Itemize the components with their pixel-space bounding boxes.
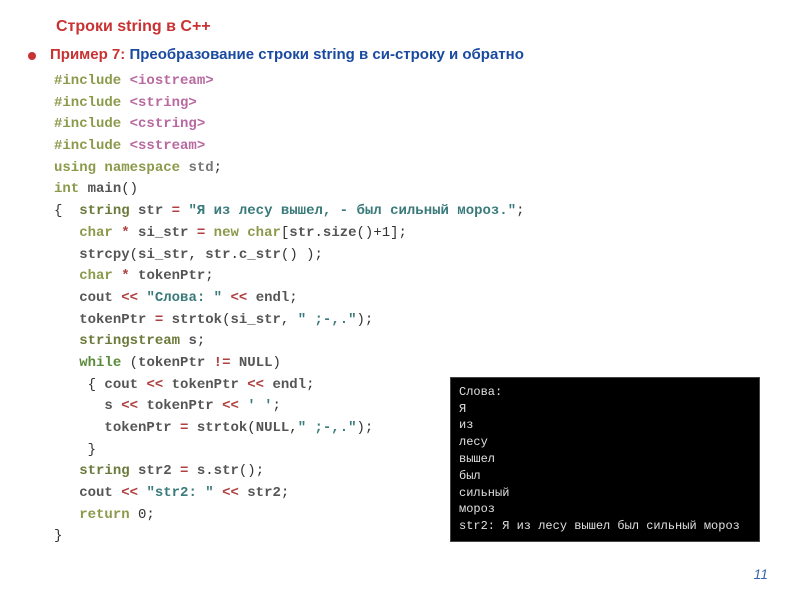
example-heading: Пример 7: Преобразование строки string в… [28, 46, 770, 63]
slide-title: Строки string в С++ [56, 18, 770, 36]
slide: Строки string в С++ Пример 7: Преобразов… [0, 0, 800, 600]
example-subtitle: Пример 7: Преобразование строки string в… [50, 46, 524, 63]
page-number: 11 [753, 566, 768, 582]
example-text: Преобразование строки string в си-строку… [125, 46, 524, 63]
example-label: Пример 7: [50, 46, 125, 63]
console-output: Слова: Я из лесу вышел был сильный мороз… [450, 377, 760, 542]
bullet-icon [28, 52, 36, 60]
